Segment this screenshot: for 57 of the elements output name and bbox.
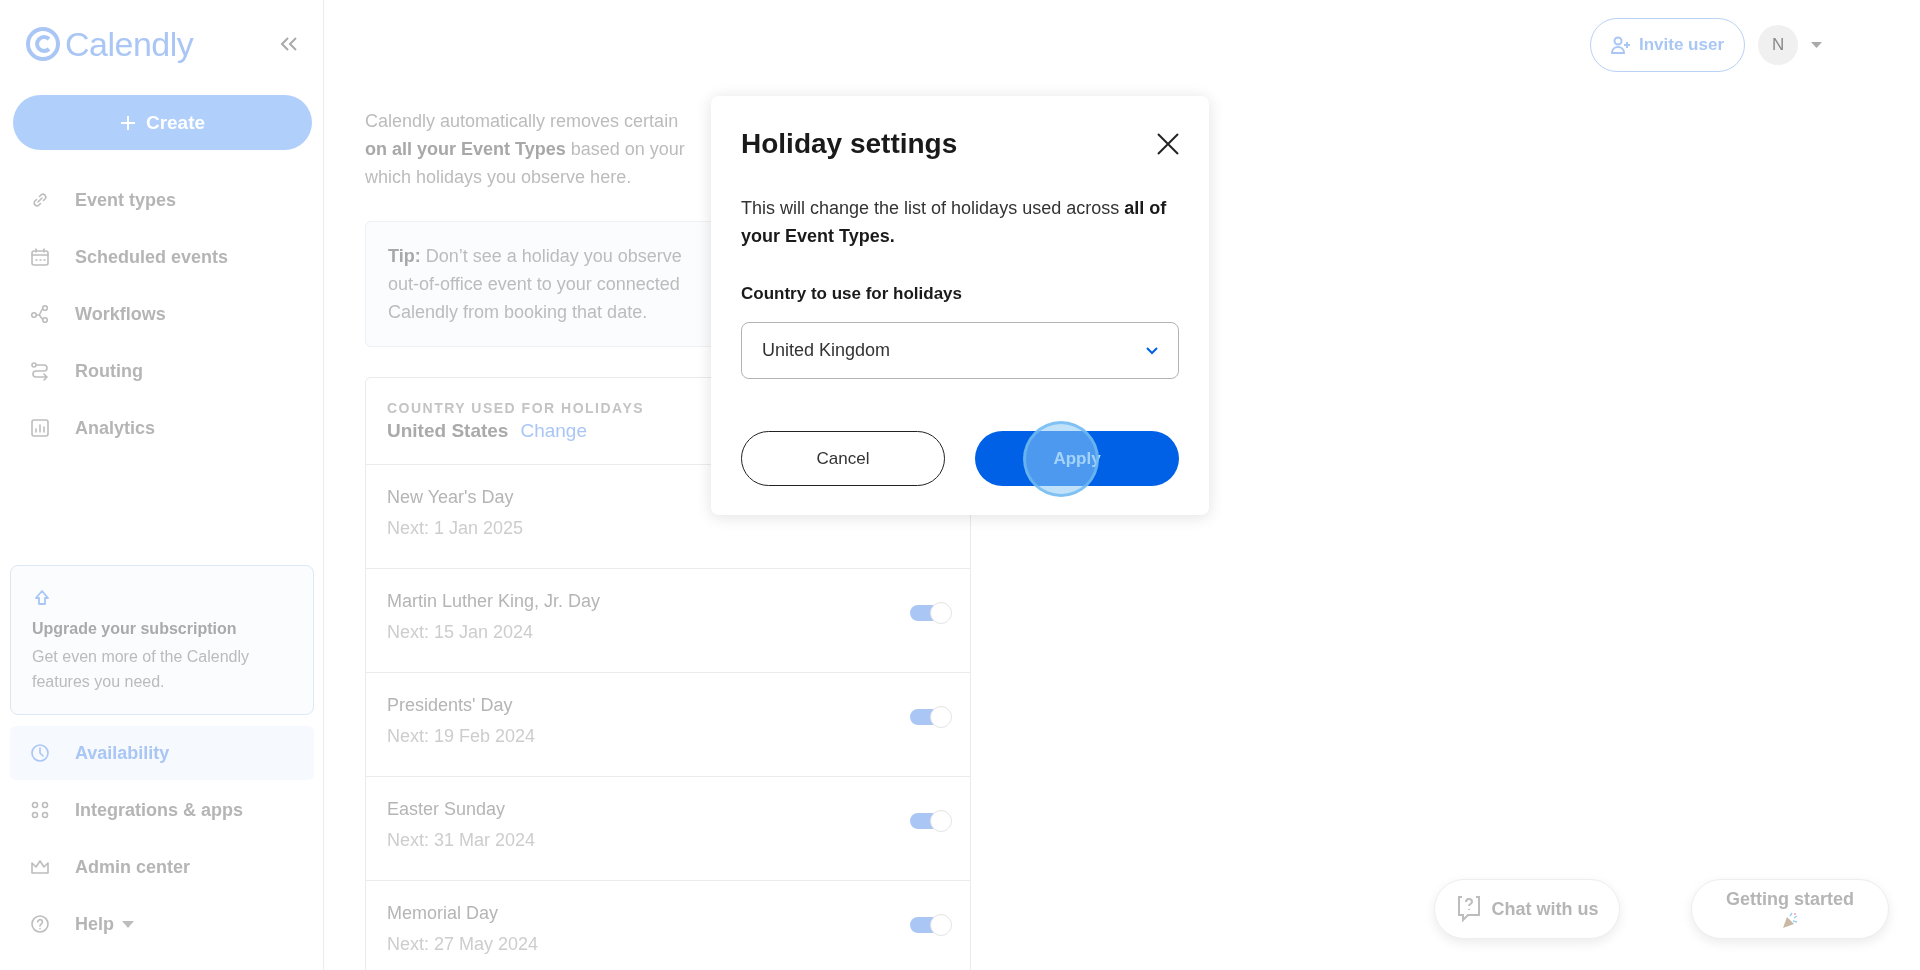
nav-item[interactable]: Availability	[10, 726, 314, 780]
collapse-icon[interactable]	[280, 37, 298, 51]
upgrade-title: Upgrade your subscription	[32, 620, 238, 638]
holiday-name: Martin Luther King, Jr. Day	[387, 591, 601, 612]
cancel-button[interactable]: Cancel	[741, 431, 945, 486]
nav-item[interactable]: Analytics	[10, 401, 314, 455]
clock-icon	[29, 742, 51, 764]
routing-icon	[29, 360, 51, 382]
upgrade-text: Get even more of the Calendly features you need.	[32, 647, 250, 692]
nav-item[interactable]: Workflows	[10, 287, 314, 341]
create-button[interactable]: Create	[13, 95, 312, 150]
chevron-down-icon	[1146, 346, 1158, 355]
intro-text: which holidays you observe here.	[365, 166, 632, 189]
intro-text: Calendly automatically removes certain	[365, 110, 679, 133]
workflow-icon	[29, 303, 51, 325]
holiday-name: Presidents' Day	[387, 695, 514, 716]
country-select[interactable]: United Kingdom	[741, 322, 1179, 379]
bar-chart-icon	[29, 417, 51, 439]
calendar-icon	[29, 246, 51, 268]
holiday-toggle[interactable]	[910, 813, 950, 829]
intro-text: on all your Event Types based on your	[365, 138, 685, 161]
country-name: United States	[387, 420, 509, 442]
apps-grid-icon	[29, 799, 51, 821]
party-popper-icon	[1781, 911, 1799, 930]
holiday-toggle[interactable]	[910, 605, 950, 621]
holiday-name: New Year's Day	[387, 487, 515, 508]
help-icon	[29, 913, 51, 935]
caret-icon[interactable]	[1811, 42, 1823, 48]
tip-text: out-of-office event to your connected	[388, 273, 680, 296]
holiday-toggle[interactable]	[910, 709, 950, 725]
change-link[interactable]: Change	[520, 420, 587, 442]
section-label: COUNTRY USED FOR HOLIDAYS	[387, 400, 646, 416]
tip-text: Tip: Don’t see a holiday you observe	[388, 245, 682, 268]
user-avatar[interactable]: N	[1758, 25, 1799, 65]
nav-item[interactable]: Admin center	[10, 840, 314, 894]
nav-item[interactable]: Scheduled events	[10, 230, 314, 284]
tip-text: Calendly from booking that date.	[388, 301, 648, 324]
holiday-toggle[interactable]	[910, 917, 950, 933]
add-user-icon	[1611, 36, 1631, 54]
brand-name: Calendly	[65, 24, 194, 64]
nav-item[interactable]: Event types	[10, 173, 314, 227]
logo-icon	[25, 26, 61, 62]
dialog-title: Holiday settings	[741, 128, 958, 160]
chat-button[interactable]: Chat with us	[1434, 879, 1620, 939]
field-label: Country to use for holidays	[741, 284, 964, 304]
nav-item[interactable]: Integrations & apps	[10, 783, 314, 837]
getting-started-button[interactable]: Getting started	[1691, 879, 1889, 939]
plus-icon	[119, 114, 136, 131]
nav-item[interactable]: Routing	[10, 344, 314, 398]
nav-item[interactable]: Help	[10, 897, 314, 951]
close-icon[interactable]	[1157, 133, 1179, 155]
holiday-name: Easter Sunday	[387, 799, 507, 820]
holiday-name: Memorial Day	[387, 903, 500, 924]
chat-question-icon	[1455, 895, 1482, 923]
invite-user-button[interactable]: Invite user	[1590, 18, 1746, 72]
dialog-text: This will change the list of holidays used across all of your Event Types.	[741, 197, 1168, 248]
upgrade-arrow-icon	[32, 588, 52, 608]
